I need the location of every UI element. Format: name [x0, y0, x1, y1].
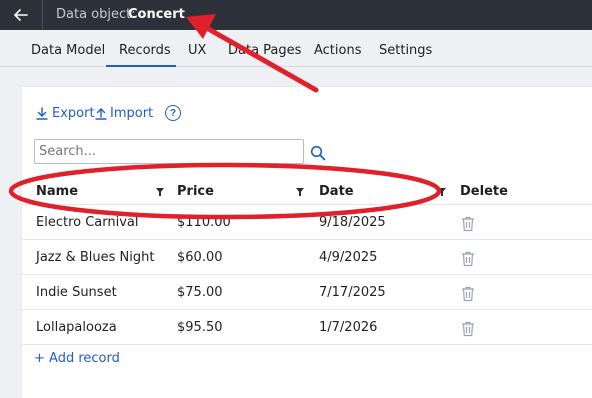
- search-icon[interactable]: [310, 145, 326, 161]
- cell-price: $75.00: [177, 285, 223, 300]
- filter-icon[interactable]: [296, 188, 304, 196]
- row-divider: [22, 309, 592, 310]
- column-header-price[interactable]: Price: [177, 184, 214, 199]
- cell-price: $95.50: [177, 320, 223, 335]
- cell-price: $60.00: [177, 250, 223, 265]
- filter-icon[interactable]: [156, 188, 164, 196]
- cell-name: Electro Carnival: [36, 215, 139, 230]
- tab-data-model[interactable]: Data Model: [31, 43, 105, 58]
- column-header-delete: Delete: [460, 184, 508, 199]
- column-header-name[interactable]: Name: [36, 184, 78, 199]
- back-button[interactable]: [0, 0, 43, 30]
- trash-icon[interactable]: [461, 216, 475, 232]
- cell-date: 7/17/2025: [319, 285, 386, 300]
- tab-records[interactable]: Records: [119, 43, 171, 58]
- help-icon[interactable]: ?: [165, 105, 181, 121]
- active-tab-indicator: [106, 65, 176, 67]
- breadcrumb-label: Data object:: [56, 7, 136, 22]
- add-record-link[interactable]: + Add record: [34, 351, 120, 366]
- tab-ux[interactable]: UX: [188, 43, 206, 58]
- cell-price: $110.00: [177, 215, 231, 230]
- cell-name: Indie Sunset: [36, 285, 117, 300]
- row-divider: [22, 344, 592, 345]
- download-icon[interactable]: [36, 107, 48, 120]
- trash-icon[interactable]: [461, 286, 475, 302]
- upload-icon[interactable]: [95, 107, 107, 120]
- filter-icon[interactable]: [438, 188, 446, 196]
- tab-data-pages[interactable]: Data Pages: [228, 43, 301, 58]
- cell-date: 9/18/2025: [319, 215, 386, 230]
- top-bar: Data object: Concert: [0, 0, 592, 30]
- tab-actions[interactable]: Actions: [314, 43, 362, 58]
- row-divider: [22, 274, 592, 275]
- arrow-left-icon: [14, 9, 28, 21]
- cell-name: Jazz & Blues Night: [36, 250, 155, 265]
- trash-icon[interactable]: [461, 251, 475, 267]
- column-header-date[interactable]: Date: [319, 184, 354, 199]
- export-link[interactable]: Export: [52, 106, 95, 121]
- page-title: Concert: [128, 7, 185, 22]
- search-input[interactable]: [34, 139, 304, 164]
- import-link[interactable]: Import: [110, 106, 153, 121]
- header-divider: [22, 204, 592, 205]
- cell-date: 4/9/2025: [319, 250, 378, 265]
- cell-name: Lollapalooza: [36, 320, 117, 335]
- trash-icon[interactable]: [461, 321, 475, 337]
- cell-date: 1/7/2026: [319, 320, 378, 335]
- tab-settings[interactable]: Settings: [379, 43, 432, 58]
- tab-bar: Data Model Records UX Data Pages Actions…: [0, 30, 592, 67]
- row-divider: [22, 239, 592, 240]
